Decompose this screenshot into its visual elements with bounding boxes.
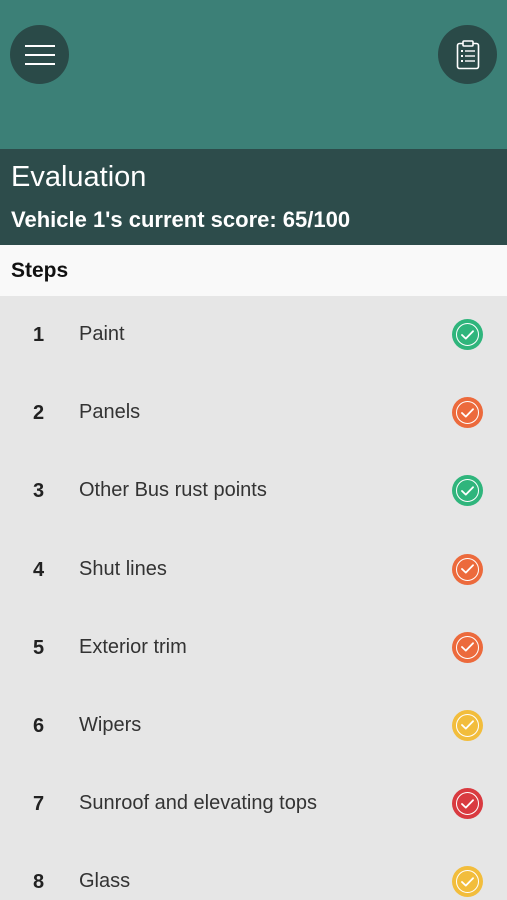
step-row[interactable]: 2 Panels xyxy=(0,374,507,452)
step-number: 2 xyxy=(33,402,45,425)
step-label: Panels xyxy=(79,401,141,424)
step-row[interactable]: 3 Other Bus rust points xyxy=(0,452,507,530)
page-title: Evaluation xyxy=(11,161,147,193)
status-check-icon xyxy=(452,788,483,820)
step-label: Paint xyxy=(79,323,125,345)
step-label: Shut lines xyxy=(79,557,167,580)
status-check-icon xyxy=(452,553,483,585)
step-row[interactable]: 8 Glass xyxy=(0,843,507,900)
step-label: Wipers xyxy=(79,713,142,736)
step-number: 1 xyxy=(33,324,45,346)
step-number: 3 xyxy=(33,480,45,503)
steps-list: 1 Paint 2 Panels 3 Other Bus rust points 4 Shut… xyxy=(0,296,507,900)
evaluation-header: Evaluation Vehicle 1's current score: 65… xyxy=(0,149,507,245)
step-row[interactable]: 6 Wipers xyxy=(0,687,507,765)
status-check-icon xyxy=(452,475,483,507)
status-check-icon xyxy=(452,631,483,663)
menu-button[interactable] xyxy=(10,25,69,84)
checklist-button[interactable] xyxy=(438,25,497,84)
step-label: Exterior trim xyxy=(79,635,187,658)
clipboard-icon xyxy=(456,39,479,69)
steps-section-header: Steps xyxy=(0,245,507,296)
step-number: 6 xyxy=(33,714,45,737)
status-check-icon xyxy=(452,319,483,350)
status-check-icon xyxy=(452,709,483,741)
top-bar xyxy=(0,0,507,149)
status-check-icon xyxy=(452,866,483,898)
step-row[interactable]: 1 Paint xyxy=(0,296,507,374)
step-number: 8 xyxy=(33,871,45,894)
step-row[interactable]: 7 Sunroof and elevating tops xyxy=(0,765,507,843)
step-label: Other Bus rust points xyxy=(79,479,267,502)
hamburger-menu-icon xyxy=(24,44,55,65)
status-check-icon xyxy=(452,397,483,429)
vehicle-score: Vehicle 1's current score: 65/100 xyxy=(11,207,351,232)
step-row[interactable]: 5 Exterior trim xyxy=(0,609,507,687)
step-number: 5 xyxy=(33,636,45,659)
step-label: Glass xyxy=(79,870,131,893)
step-number: 4 xyxy=(33,558,45,581)
steps-title: Steps xyxy=(11,259,69,282)
step-number: 7 xyxy=(33,793,45,816)
step-label: Sunroof and elevating tops xyxy=(79,792,317,815)
step-row[interactable]: 4 Shut lines xyxy=(0,531,507,609)
